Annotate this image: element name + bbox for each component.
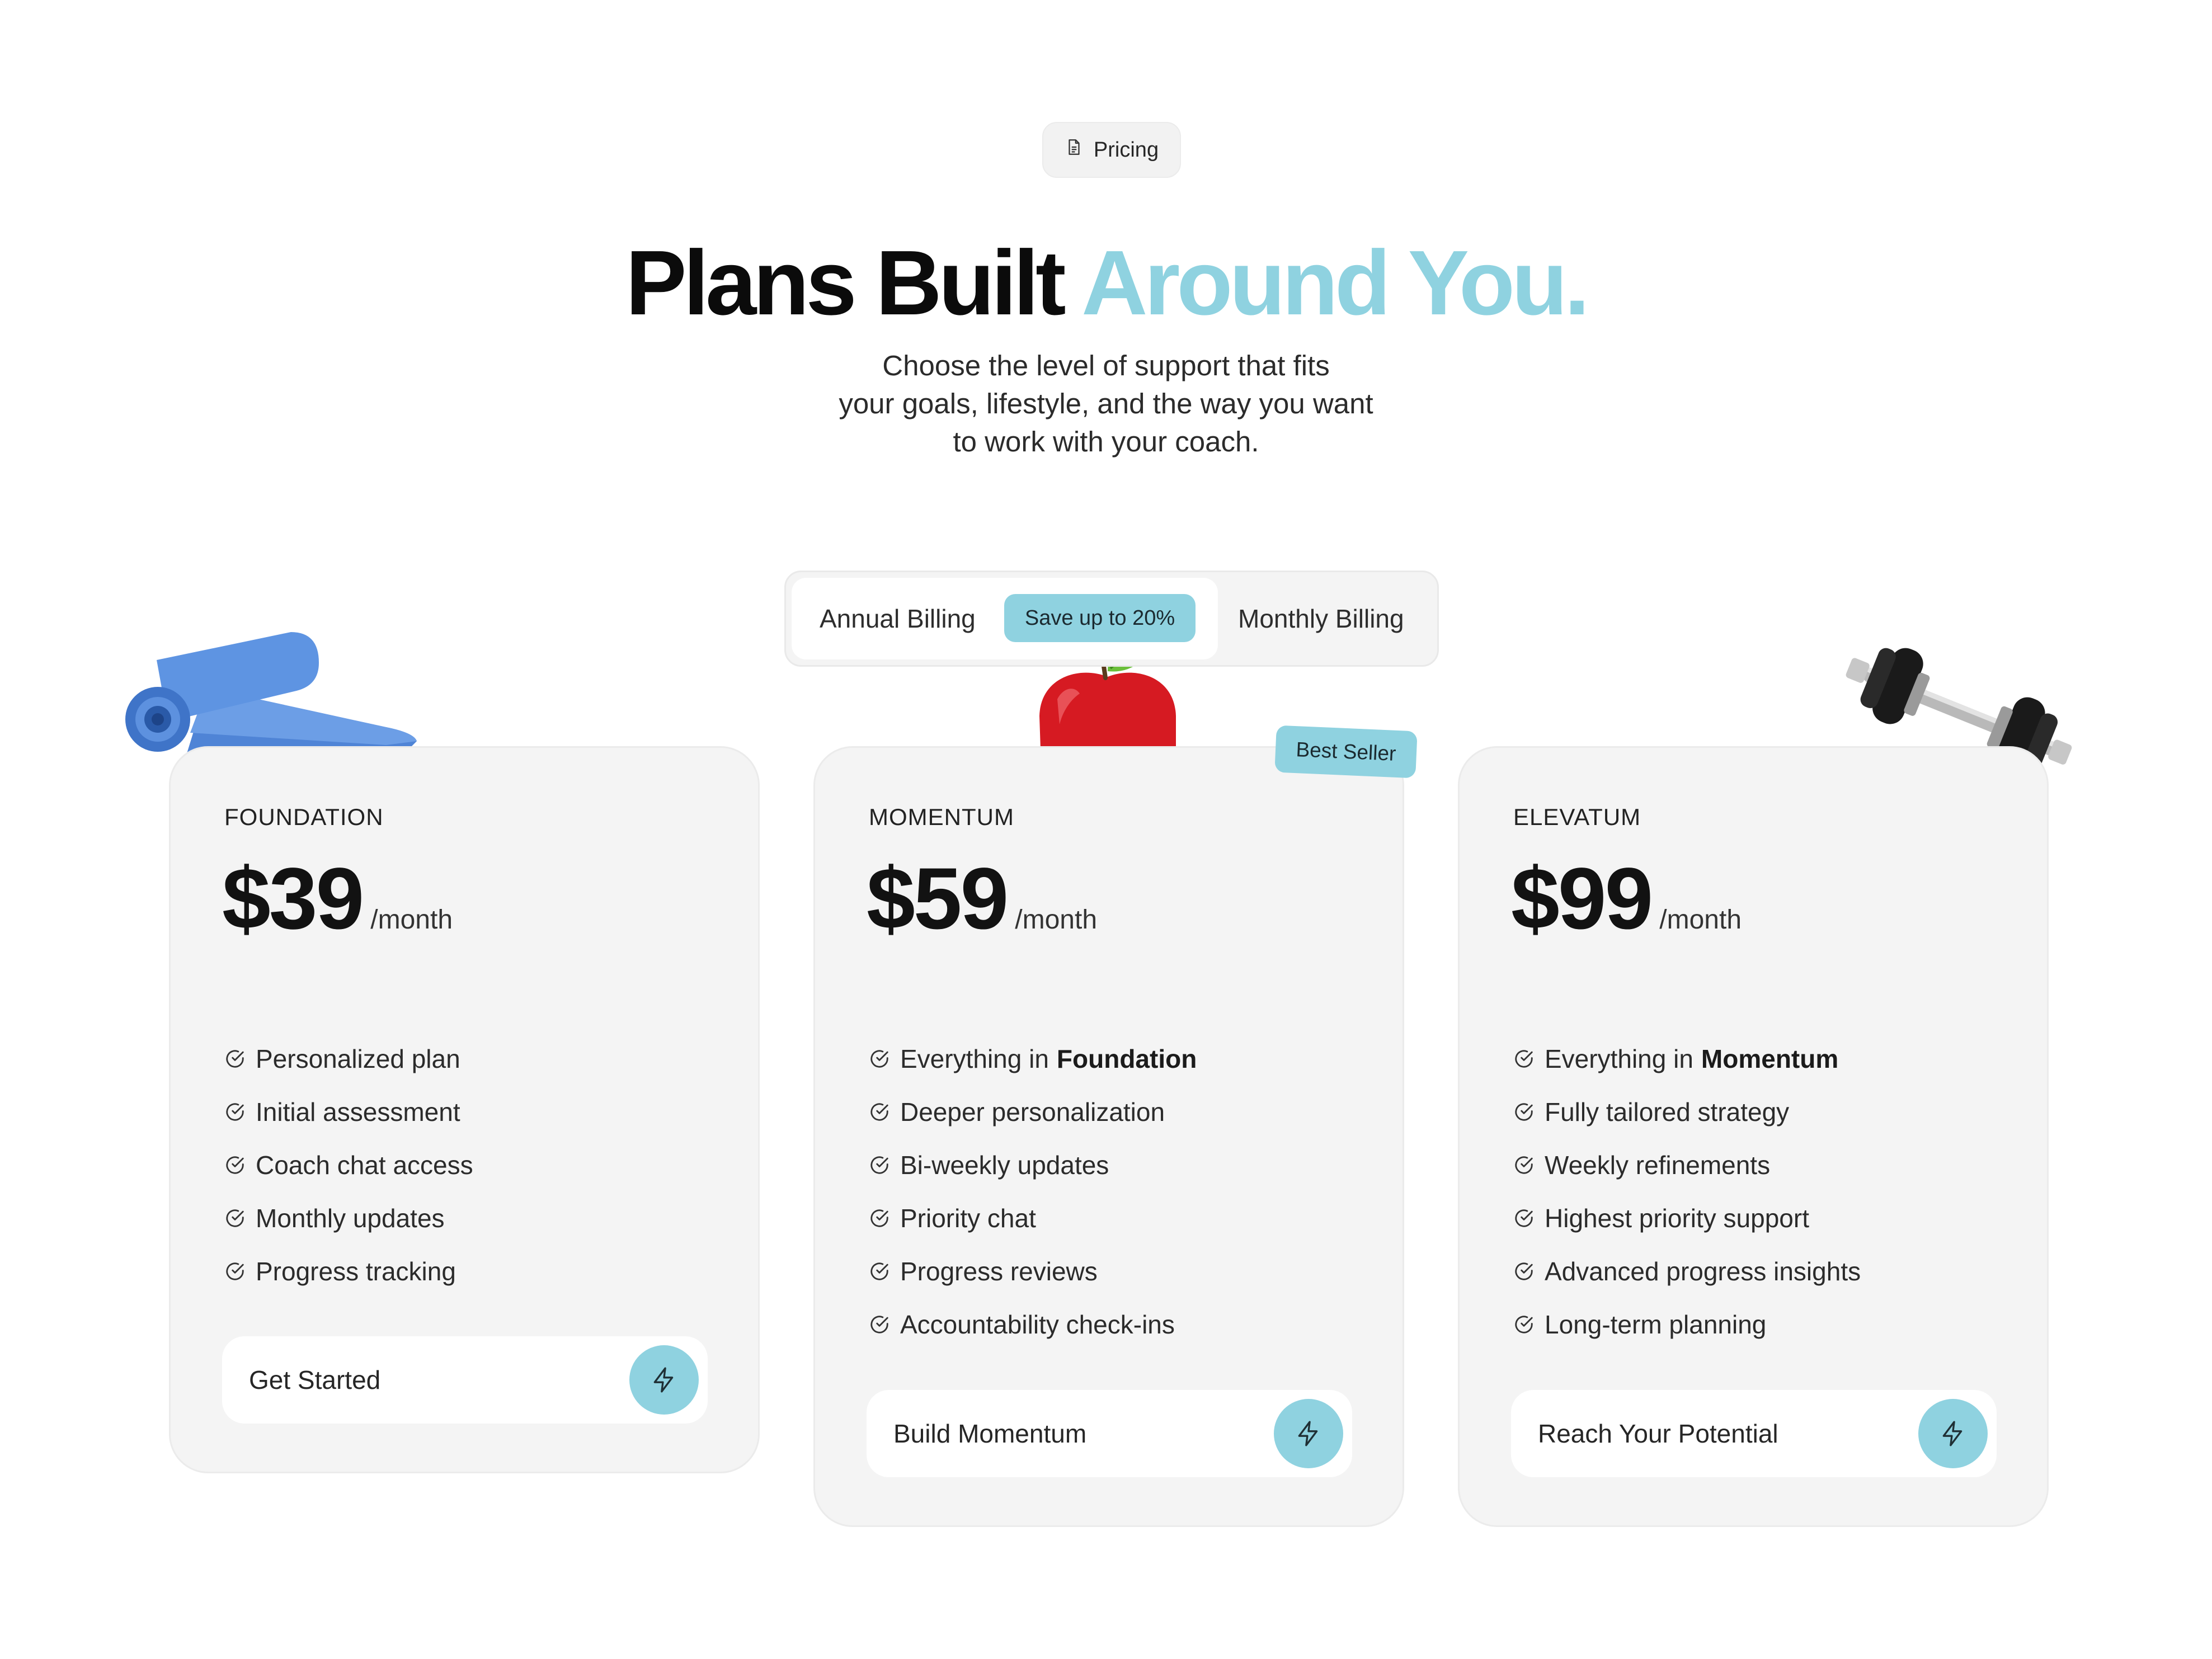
feature-bold: Momentum — [1701, 1044, 1839, 1073]
check-circle-icon — [226, 1262, 244, 1280]
feature-text: Everything in — [1545, 1044, 1693, 1073]
lightning-icon — [629, 1345, 699, 1415]
plan-price: $39 — [222, 850, 364, 948]
check-circle-icon — [226, 1049, 244, 1068]
feature-item: Weekly refinements — [1513, 1138, 1861, 1191]
plan-period: /month — [370, 905, 453, 935]
feature-item: Advanced progress insights — [1513, 1245, 1861, 1298]
feature-list: Personalized plan Initial assessment Coa… — [224, 1032, 473, 1298]
plan-period: /month — [1659, 905, 1742, 935]
check-circle-icon — [1515, 1262, 1533, 1280]
check-circle-icon — [870, 1102, 888, 1121]
feature-text: Progress reviews — [900, 1256, 1098, 1286]
check-circle-icon — [1515, 1315, 1533, 1333]
check-circle-icon — [1515, 1156, 1533, 1174]
plan-price: $59 — [867, 850, 1009, 948]
feature-item: Initial assessment — [224, 1085, 473, 1138]
feature-item: Fully tailored strategy — [1513, 1085, 1861, 1138]
title-main: Plans Built — [625, 232, 1066, 334]
subtitle-line: to work with your coach. — [953, 426, 1259, 458]
check-circle-icon — [1515, 1049, 1533, 1068]
plan-name: FOUNDATION — [224, 804, 384, 830]
feature-text: Coach chat access — [256, 1150, 473, 1180]
plan-name: ELEVATUM — [1513, 804, 1641, 830]
check-circle-icon — [870, 1156, 888, 1174]
annual-billing-option[interactable]: Annual Billing Save up to 20% — [792, 578, 1218, 659]
feature-item: Deeper personalization — [869, 1085, 1197, 1138]
subtitle-line: Choose the level of support that fits — [882, 350, 1330, 381]
feature-item: Coach chat access — [224, 1138, 473, 1191]
feature-item: Progress reviews — [869, 1245, 1197, 1298]
cta-label: Reach Your Potential — [1538, 1419, 1778, 1448]
pricing-badge: Pricing — [1042, 122, 1181, 178]
feature-item: Monthly updates — [224, 1191, 473, 1245]
annual-billing-label: Annual Billing — [820, 604, 976, 633]
feature-text: Weekly refinements — [1545, 1150, 1771, 1180]
save-badge: Save up to 20% — [1004, 594, 1196, 642]
check-circle-icon — [226, 1156, 244, 1174]
monthly-billing-option[interactable]: Monthly Billing — [1238, 572, 1404, 665]
yoga-mat-icon — [125, 632, 417, 761]
badge-label: Pricing — [1093, 138, 1159, 162]
feature-text: Highest priority support — [1545, 1203, 1809, 1233]
plan-card-momentum: MOMENTUM $59 /month Everything in Foundat… — [813, 746, 1404, 1527]
feature-text: Long-term planning — [1545, 1309, 1767, 1339]
feature-item: Long-term planning — [1513, 1298, 1861, 1351]
feature-text: Bi-weekly updates — [900, 1150, 1109, 1180]
feature-text: Progress tracking — [256, 1256, 456, 1286]
plan-price: $99 — [1511, 850, 1653, 948]
feature-item: Everything in Foundation — [869, 1032, 1197, 1085]
feature-text: Everything in — [900, 1044, 1049, 1073]
feature-text: Deeper personalization — [900, 1097, 1165, 1127]
feature-item: Everything in Momentum — [1513, 1032, 1861, 1085]
best-seller-badge: Best Seller — [1274, 725, 1418, 779]
page-title: Plans Built Around You. — [0, 232, 2212, 334]
document-icon — [1065, 138, 1084, 162]
feature-text: Fully tailored strategy — [1545, 1097, 1790, 1127]
feature-item: Priority chat — [869, 1191, 1197, 1245]
feature-item: Personalized plan — [224, 1032, 473, 1085]
reach-your-potential-button[interactable]: Reach Your Potential — [1511, 1390, 1997, 1477]
plan-name: MOMENTUM — [869, 804, 1014, 830]
price-row: $39 /month — [222, 855, 453, 942]
feature-text: Advanced progress insights — [1545, 1256, 1861, 1286]
check-circle-icon — [870, 1049, 888, 1068]
monthly-billing-label: Monthly Billing — [1238, 604, 1404, 633]
check-circle-icon — [870, 1315, 888, 1333]
lightning-icon — [1918, 1399, 1988, 1468]
price-row: $59 /month — [867, 855, 1097, 942]
feature-text: Accountability check-ins — [900, 1309, 1175, 1339]
check-circle-icon — [226, 1209, 244, 1227]
feature-text: Personalized plan — [256, 1044, 460, 1073]
check-circle-icon — [870, 1262, 888, 1280]
feature-bold: Foundation — [1056, 1044, 1197, 1073]
feature-list: Everything in Foundation Deeper personali… — [869, 1032, 1197, 1351]
check-circle-icon — [1515, 1102, 1533, 1121]
plan-period: /month — [1015, 905, 1098, 935]
cta-label: Get Started — [249, 1365, 381, 1394]
price-row: $99 /month — [1511, 855, 1742, 942]
page-subtitle: Choose the level of support that fits yo… — [817, 347, 1395, 461]
plan-card-elevatum: ELEVATUM $99 /month Everything in Momentu… — [1458, 746, 2049, 1527]
title-accent: Around You. — [1081, 232, 1590, 334]
plan-card-foundation: FOUNDATION $39 /month Personalized plan … — [169, 746, 760, 1473]
feature-text: Monthly updates — [256, 1203, 445, 1233]
lightning-icon — [1274, 1399, 1343, 1468]
check-circle-icon — [1515, 1209, 1533, 1227]
build-momentum-button[interactable]: Build Momentum — [867, 1390, 1352, 1477]
feature-item: Progress tracking — [224, 1245, 473, 1298]
cta-label: Build Momentum — [893, 1419, 1087, 1448]
subtitle-line: your goals, lifestyle, and the way you w… — [839, 388, 1373, 420]
pricing-section: Pricing Plans Built Around You. Choose t… — [0, 0, 2212, 1659]
feature-text: Initial assessment — [256, 1097, 460, 1127]
get-started-button[interactable]: Get Started — [222, 1336, 708, 1424]
feature-item: Bi-weekly updates — [869, 1138, 1197, 1191]
check-circle-icon — [870, 1209, 888, 1227]
feature-text: Priority chat — [900, 1203, 1036, 1233]
feature-list: Everything in Momentum Fully tailored str… — [1513, 1032, 1861, 1351]
feature-item: Accountability check-ins — [869, 1298, 1197, 1351]
check-circle-icon — [226, 1102, 244, 1121]
billing-toggle: Annual Billing Save up to 20% Monthly Bi… — [784, 571, 1439, 667]
feature-item: Highest priority support — [1513, 1191, 1861, 1245]
